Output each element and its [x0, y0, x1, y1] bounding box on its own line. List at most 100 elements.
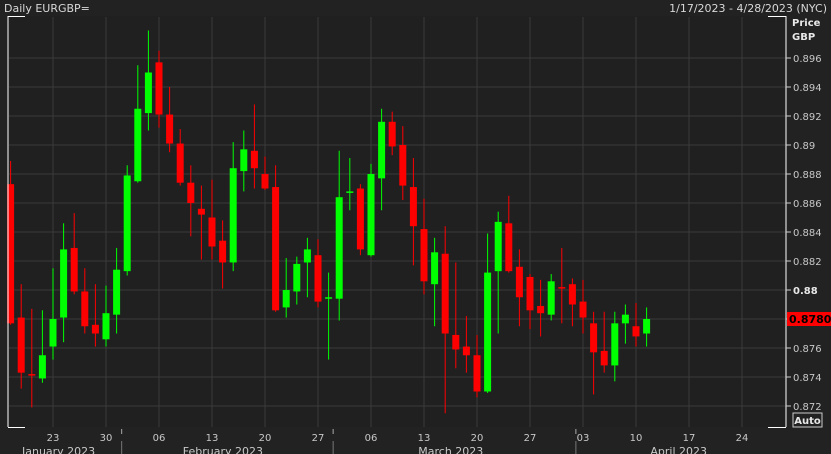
candle-body: [314, 255, 322, 302]
candle-body: [240, 149, 248, 172]
candle-body: [325, 297, 333, 299]
auto-scale-label[interactable]: Auto: [794, 416, 821, 427]
candle-body: [91, 324, 99, 334]
x-tick-label: 06: [153, 433, 166, 444]
y-tick-label: 0.894: [793, 83, 822, 94]
candle-body: [346, 191, 354, 193]
y-tick-label: 0.89: [793, 141, 815, 152]
candle-body: [473, 355, 481, 392]
x-tick-label: 17: [683, 433, 696, 444]
candle-body: [632, 326, 640, 337]
x-tick-label: 27: [524, 433, 537, 444]
x-tick-label: 24: [736, 433, 749, 444]
y-tick-label: 0.882: [793, 257, 822, 268]
y-tick-label: 0.892: [793, 112, 822, 123]
month-label: March 2023: [418, 445, 483, 454]
candle-body: [250, 150, 258, 169]
candle-body: [494, 221, 502, 272]
candle-up: [367, 163, 375, 257]
candle-body: [515, 266, 523, 298]
month-label: February 2023: [183, 445, 263, 454]
candle-down: [356, 184, 364, 256]
candle-body: [282, 290, 290, 308]
candle-body: [568, 284, 576, 305]
chart-title: Daily EURGBP=: [4, 2, 90, 15]
candle-body: [590, 323, 598, 353]
candle-body: [229, 168, 237, 263]
candle-body: [261, 174, 269, 189]
candle-body: [60, 249, 68, 318]
candle-body: [579, 301, 587, 318]
x-tick-label: 27: [312, 433, 325, 444]
candle-body: [452, 334, 460, 350]
x-tick-label: 13: [206, 433, 219, 444]
candle-body: [600, 350, 608, 366]
candle-body: [272, 187, 280, 311]
candle-body: [484, 272, 492, 392]
x-tick-label: 30: [100, 433, 113, 444]
axis-title-price: Price: [792, 18, 821, 29]
axis-title-currency: GBP: [792, 32, 815, 43]
candle-body: [611, 323, 619, 366]
candle-body: [134, 108, 142, 182]
candle-body: [155, 62, 163, 115]
y-axis[interactable]: 0.8720.8740.8760.8780.880.8820.8840.8860…: [786, 54, 822, 413]
x-tick-label: 23: [47, 433, 60, 444]
candle-body: [113, 269, 121, 315]
candle-body: [367, 174, 375, 256]
candle-up: [123, 165, 131, 276]
x-tick-label: 06: [365, 433, 378, 444]
candle-body: [537, 305, 545, 314]
candle-body: [187, 182, 195, 203]
x-tick-label: 20: [471, 433, 484, 444]
candle-body: [431, 252, 439, 285]
candle-body: [70, 247, 78, 292]
y-tick-label: 0.896: [793, 54, 822, 65]
candle-down: [272, 165, 280, 312]
candle-body: [547, 281, 555, 315]
last-price-label: 0.8780: [789, 313, 831, 326]
y-tick-label: 0.888: [793, 170, 822, 181]
x-tick-label: 20: [259, 433, 272, 444]
candle-body: [197, 208, 205, 215]
x-tick-label: 03: [577, 433, 590, 444]
date-range[interactable]: 1/17/2023 - 4/28/2023 (NYC): [669, 2, 827, 15]
y-tick-label: 0.872: [793, 402, 822, 413]
candle-body: [219, 240, 227, 263]
y-tick-label: 0.876: [793, 344, 822, 355]
y-tick-label: 0.88: [793, 286, 818, 297]
y-tick-label: 0.884: [793, 228, 822, 239]
candle-body: [388, 121, 396, 147]
candle-body: [335, 197, 343, 299]
candle-body: [526, 276, 534, 311]
candle-body: [17, 317, 25, 373]
candle-body: [399, 145, 407, 186]
candle-body: [462, 346, 470, 356]
candle-body: [166, 114, 174, 144]
candle-body: [208, 217, 216, 247]
candle-body: [643, 319, 651, 334]
candle-body: [621, 314, 629, 324]
candle-body: [356, 188, 364, 250]
y-tick-label: 0.886: [793, 199, 822, 210]
candle-body: [409, 187, 417, 227]
candle-body: [176, 143, 184, 183]
candle-body: [144, 72, 152, 114]
month-label: April 2023: [650, 445, 707, 454]
candle-body: [102, 313, 110, 340]
candle-body: [123, 175, 131, 272]
x-axis[interactable]: 23 30 06 13 20 27 06 13 20 27 03 10 17 24 January 2023…: [21, 429, 748, 454]
month-label: January 2023: [21, 445, 95, 454]
candlestick-chart: Daily EURGBP= 1/17/2023 - 4/28/2023 (NYC…: [4, 2, 831, 454]
candle-body: [303, 249, 311, 263]
candle-body: [420, 229, 428, 282]
y-tick-label: 0.874: [793, 373, 822, 384]
candle-body: [558, 287, 566, 289]
candle-body: [505, 223, 513, 272]
candle-body: [378, 121, 386, 179]
x-tick-label: 10: [630, 433, 643, 444]
candle-body: [49, 319, 57, 347]
candle-body: [441, 253, 449, 334]
candle-body: [293, 263, 301, 292]
candle-body: [28, 374, 36, 376]
